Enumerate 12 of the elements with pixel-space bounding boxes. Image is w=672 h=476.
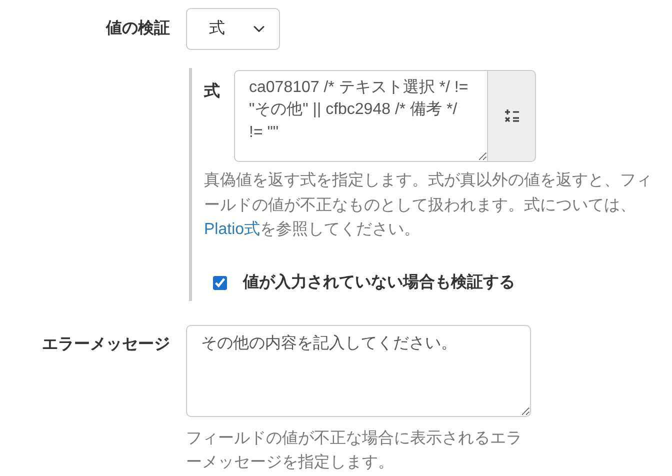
- help-link[interactable]: Platio式: [204, 221, 260, 238]
- help-text: フィールドの値が不正な場合に表示されるエラーメッセージを指定します。: [186, 428, 523, 473]
- checkbox-label: 値が入力されていない場合も検証する: [243, 272, 515, 292]
- calculator-icon: [504, 109, 520, 123]
- field-label: エラーメッセージ: [41, 334, 171, 354]
- help-text: 真偽値を返す式を指定します。式が真以外の値を返すと、フィールドの値が不正なものとして扱われます。式については、 Platio式を参照してください。: [204, 170, 653, 240]
- expression-field[interactable]: ca078107 /* テキスト選択 */ != "その他" || cfbc2948 /* 備考 */ != "": [234, 70, 488, 162]
- validation-select[interactable]: 式: [186, 8, 280, 50]
- validate-empty-checkbox[interactable]: [213, 276, 227, 290]
- field-label: 式: [204, 82, 221, 102]
- field-label: 値の検証: [104, 18, 171, 39]
- error-message-field[interactable]: その他の内容を記入してください。: [186, 324, 531, 416]
